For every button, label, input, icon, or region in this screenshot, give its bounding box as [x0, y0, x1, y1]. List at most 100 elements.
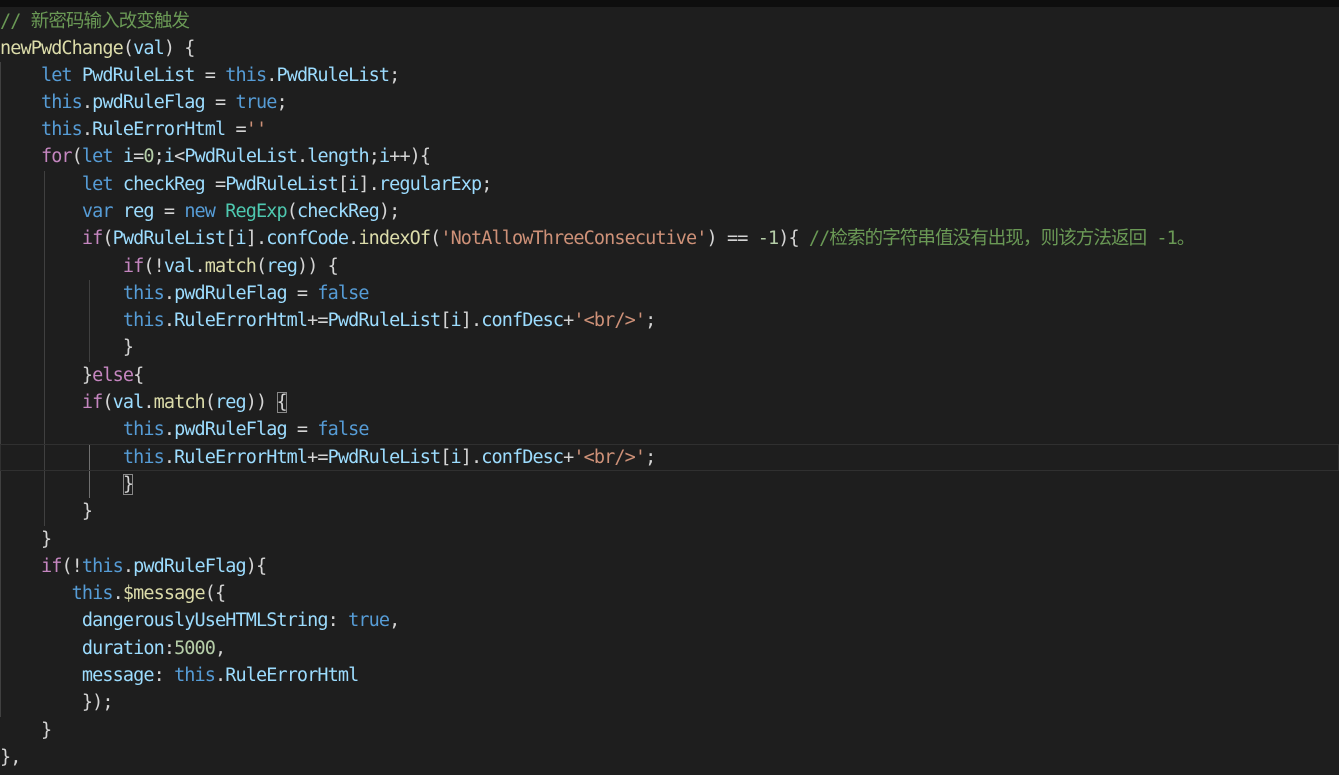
- code-token: PwdRuleList: [225, 174, 339, 195]
- code-line[interactable]: }: [0, 498, 93, 525]
- code-token: [: [440, 310, 451, 331]
- code-line[interactable]: // 新密码输入改变触发: [0, 8, 190, 35]
- code-token: +: [563, 310, 574, 331]
- code-token: .: [122, 556, 134, 577]
- code-token: ].: [460, 447, 482, 468]
- code-token: this: [225, 65, 267, 86]
- code-token: =: [133, 146, 144, 167]
- code-token: ) {: [163, 38, 196, 59]
- code-line[interactable]: this.pwdRuleFlag = true;: [0, 89, 288, 116]
- code-token: for: [40, 146, 73, 167]
- code-token: this: [40, 92, 83, 113]
- code-token: =: [286, 419, 318, 440]
- code-token: =: [225, 119, 246, 140]
- code-token: ].: [245, 228, 267, 249]
- code-token: RuleErrorHtml: [174, 310, 308, 331]
- code-token: reg: [215, 392, 247, 413]
- code-token: '<br/>': [573, 310, 646, 331]
- code-line[interactable]: for(let i=0;i<PwdRuleList.length;i++){: [0, 143, 431, 170]
- code-line[interactable]: let checkReg =PwdRuleList[i].regularExp;: [0, 171, 493, 198]
- code-token: .: [194, 256, 206, 277]
- code-line[interactable]: if(val.match(reg)) {: [0, 389, 288, 416]
- code-line[interactable]: if(!val.match(reg)) {: [0, 253, 339, 280]
- code-token: if: [40, 556, 62, 577]
- code-token: )): [245, 392, 277, 413]
- code-token: this: [174, 665, 216, 686]
- code-token: });: [0, 692, 114, 713]
- code-token: :: [163, 638, 175, 659]
- code-token: this: [122, 419, 165, 440]
- code-token: ].: [460, 310, 482, 331]
- code-token: PwdRuleList: [112, 228, 227, 249]
- code-token: }: [0, 720, 52, 741]
- code-token: =: [204, 174, 226, 195]
- code-token: reg: [266, 256, 298, 277]
- code-line[interactable]: },: [0, 744, 21, 771]
- code-token: regularExp: [378, 174, 482, 195]
- code-token: this: [40, 119, 83, 140]
- code-token: this: [122, 447, 165, 468]
- code-line[interactable]: dangerouslyUseHTMLString: true,: [0, 607, 400, 634]
- code-token: $message: [122, 583, 206, 604]
- code-line[interactable]: }else{: [0, 362, 144, 389]
- code-line[interactable]: }: [0, 471, 134, 498]
- code-line[interactable]: let PwdRuleList = this.PwdRuleList;: [0, 62, 400, 89]
- code-token: PwdRuleList: [184, 146, 298, 167]
- code-token: checkReg: [296, 201, 380, 222]
- code-line[interactable]: if(PwdRuleList[i].confCode.indexOf('NotA…: [0, 225, 1196, 252]
- code-line[interactable]: message: this.RuleErrorHtml: [0, 662, 359, 689]
- code-line[interactable]: }: [0, 717, 52, 744]
- code-token: },: [0, 747, 21, 768]
- code-line[interactable]: this.RuleErrorHtml+=PwdRuleList[i].confD…: [0, 444, 1339, 471]
- code-line[interactable]: });: [0, 689, 114, 716]
- code-token: .: [112, 583, 124, 604]
- code-editor[interactable]: // 新密码输入改变触发 newPwdChange(val) { let PwdR…: [0, 0, 1339, 775]
- code-line[interactable]: this.$message({: [0, 580, 227, 607]
- code-token: ){: [778, 228, 809, 249]
- code-token: ;: [368, 146, 380, 167]
- code-token: i: [348, 174, 359, 195]
- code-token: var: [81, 201, 114, 222]
- code-line[interactable]: if(!this.pwdRuleFlag){: [0, 553, 267, 580]
- code-token: val: [163, 256, 196, 277]
- code-token: val: [133, 38, 165, 59]
- code-line[interactable]: var reg = new RegExp(checkReg);: [0, 198, 400, 225]
- code-line[interactable]: }: [0, 334, 134, 361]
- code-token: if: [81, 392, 103, 413]
- code-token: dangerouslyUseHTMLString: [81, 610, 329, 631]
- code-token: +: [563, 447, 574, 468]
- code-token: true: [235, 92, 278, 113]
- code-line[interactable]: this.RuleErrorHtml ='': [0, 116, 267, 143]
- code-token: ;: [481, 174, 492, 195]
- code-line[interactable]: this.pwdRuleFlag = false: [0, 280, 370, 307]
- code-token: checkReg: [122, 174, 206, 195]
- code-line[interactable]: this.pwdRuleFlag = false: [0, 416, 370, 443]
- code-token: ({: [204, 583, 226, 604]
- code-token: '<br/>': [573, 447, 646, 468]
- code-line[interactable]: this.RuleErrorHtml+=PwdRuleList[i].confD…: [0, 307, 656, 334]
- code-line[interactable]: newPwdChange(val) {: [0, 35, 195, 62]
- code-token: pwdRuleFlag: [174, 283, 288, 304]
- code-token: pwdRuleFlag: [174, 419, 288, 440]
- code-token: ;: [645, 310, 656, 331]
- code-line[interactable]: }: [0, 526, 52, 553]
- code-token: .: [163, 283, 175, 304]
- code-token: .: [163, 419, 175, 440]
- code-token: if: [122, 256, 144, 277]
- code-token: ,: [389, 610, 400, 631]
- code-token: this: [71, 583, 114, 604]
- code-token: i: [450, 310, 462, 331]
- code-token: :: [327, 610, 349, 631]
- code-token: 'NotAllowThreeConsecutive': [440, 228, 707, 249]
- code-token: 0: [143, 146, 154, 167]
- code-line[interactable]: duration:5000,: [0, 635, 226, 662]
